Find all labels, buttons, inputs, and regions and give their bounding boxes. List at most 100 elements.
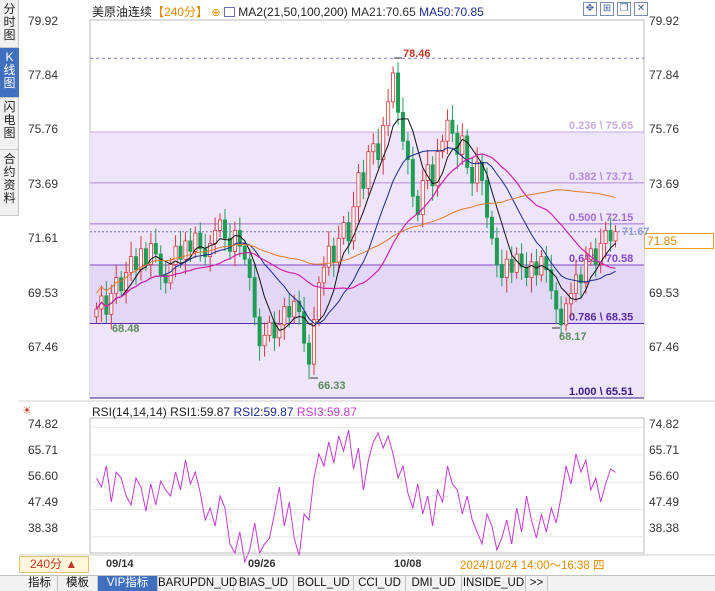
candle-body [603, 229, 608, 244]
candle-body [316, 282, 321, 320]
low-right-annotation: 68.17 [559, 331, 587, 343]
candle-body [213, 229, 218, 244]
rsi-axis-label: 38.38 [649, 521, 680, 535]
tab-bias[interactable]: BIAS_UD [234, 576, 294, 591]
fib-label: 0.236 \ 75.65 [569, 120, 633, 132]
tab-cci[interactable]: CCI_UD [354, 576, 406, 591]
candle-body [608, 229, 613, 242]
candle-body [386, 101, 391, 126]
tab-template[interactable]: 模板 [58, 576, 98, 591]
indicator-tab-bar: 指标 模板 VIP指标 BARUPDN_UD BIAS_UD BOLL_UD C… [0, 575, 715, 591]
rsi-settings-icon[interactable]: ☀ [22, 404, 32, 417]
date-label: 09/26 [248, 558, 276, 570]
candle-body [326, 245, 331, 268]
candle-body [336, 237, 341, 263]
candle-body [302, 311, 307, 344]
low-left-annotation: 68.48 [112, 323, 140, 335]
candle-body [396, 72, 401, 113]
rsi1-value: RSI1:59.87 [170, 405, 231, 419]
price-chart[interactable]: 0.236 \ 75.65 0.382 \ 73.71 0.500 \ 72.15 0… [0, 0, 715, 591]
candle-body [559, 308, 564, 326]
candle-body [134, 256, 139, 271]
candle-body [287, 306, 292, 318]
candle-body [252, 277, 257, 318]
candle-body [583, 258, 588, 284]
candle-body [573, 274, 578, 294]
fib-label: 0.786 \ 68.35 [569, 312, 633, 324]
candle-body [129, 256, 134, 273]
fib-label: 1.000 \ 65.51 [569, 386, 633, 398]
candle-body [119, 277, 124, 292]
tab-dmi[interactable]: DMI_UD [406, 576, 462, 591]
candle-body [307, 342, 312, 365]
candle-body [475, 161, 480, 184]
candle-body [371, 143, 376, 153]
candle-body [94, 308, 99, 318]
tab-inside[interactable]: INSIDE_UD [462, 576, 526, 591]
tab-boll[interactable]: BOLL_UD [294, 576, 354, 591]
candle-body [331, 245, 336, 263]
candle-body [282, 306, 287, 326]
period-selector[interactable]: 240分 ▲ [19, 556, 89, 573]
rsi-axis-label: 56.60 [28, 469, 59, 483]
candle-body [460, 135, 465, 155]
rsi-axis-label: 74.82 [649, 417, 680, 431]
candle-body [410, 159, 415, 197]
candle-body [613, 231, 618, 242]
candle-body [514, 253, 519, 273]
futures-chart-window: 分时图 K线图 闪电图 合约资料 美原油连续【240分】 ⊕ MA2(21,50… [0, 0, 715, 591]
candle-body [400, 111, 405, 142]
candle-body [124, 271, 129, 292]
candle-body [237, 229, 242, 247]
candle-body [554, 290, 559, 310]
candle-body [489, 216, 494, 239]
tab-more[interactable]: >> [526, 576, 548, 591]
candle-body [321, 266, 326, 284]
candle-body [494, 237, 499, 265]
rsi3-value: RSI3:59.87 [296, 405, 357, 419]
candle-body [341, 222, 346, 239]
candle-body [247, 258, 252, 278]
candle-body [218, 219, 223, 231]
candle-body [509, 258, 514, 273]
rsi2-value: RSI2:59.87 [233, 405, 294, 419]
rsi-header: RSI(14,14,14) RSI1:59.87 RSI2:59.87 RSI3… [92, 405, 357, 419]
candle-body [529, 261, 534, 278]
candle-body [499, 264, 504, 278]
candle-body [470, 167, 475, 184]
fib-label: 0.382 \ 73.71 [569, 171, 633, 183]
candle-body [465, 135, 470, 168]
candle-body [450, 119, 455, 134]
candle-body [232, 229, 237, 252]
rsi-axis-label: 47.49 [28, 495, 59, 509]
candle-body [257, 316, 262, 347]
candle-body [524, 266, 529, 278]
rsi-axis-label: 74.82 [28, 417, 59, 431]
rsi-axis-label: 56.60 [649, 469, 680, 483]
candle-body [346, 222, 351, 242]
candle-body [504, 258, 509, 278]
candle-body [361, 172, 366, 189]
candle-body [222, 219, 227, 239]
last-price-tag: 71.67 [622, 226, 650, 238]
candle-body [188, 240, 193, 252]
tab-barupdn[interactable]: BARUPDN_UD [158, 576, 237, 591]
date-label: 09/14 [106, 558, 134, 570]
tab-indicator[interactable]: 指标 [22, 576, 58, 591]
rsi-axis-label: 65.71 [649, 443, 680, 457]
candle-body [143, 248, 148, 265]
rsi-axis-label: 47.49 [649, 495, 680, 509]
fib-label: 0.500 \ 72.15 [569, 212, 633, 224]
candle-body [153, 243, 158, 255]
candle-body [391, 72, 396, 103]
candle-body [376, 143, 381, 160]
tab-vip-indicator[interactable]: VIP指标 [98, 576, 158, 591]
candle-body [114, 277, 119, 294]
candle-body [366, 151, 371, 189]
candle-body [262, 334, 267, 347]
date-label: 10/08 [394, 558, 422, 570]
candle-body [445, 119, 450, 142]
candle-body [158, 253, 163, 276]
rsi-title: RSI(14,14,14) [92, 405, 167, 419]
status-time: 2024/10/24 14:00～16:38 四 [460, 557, 605, 573]
